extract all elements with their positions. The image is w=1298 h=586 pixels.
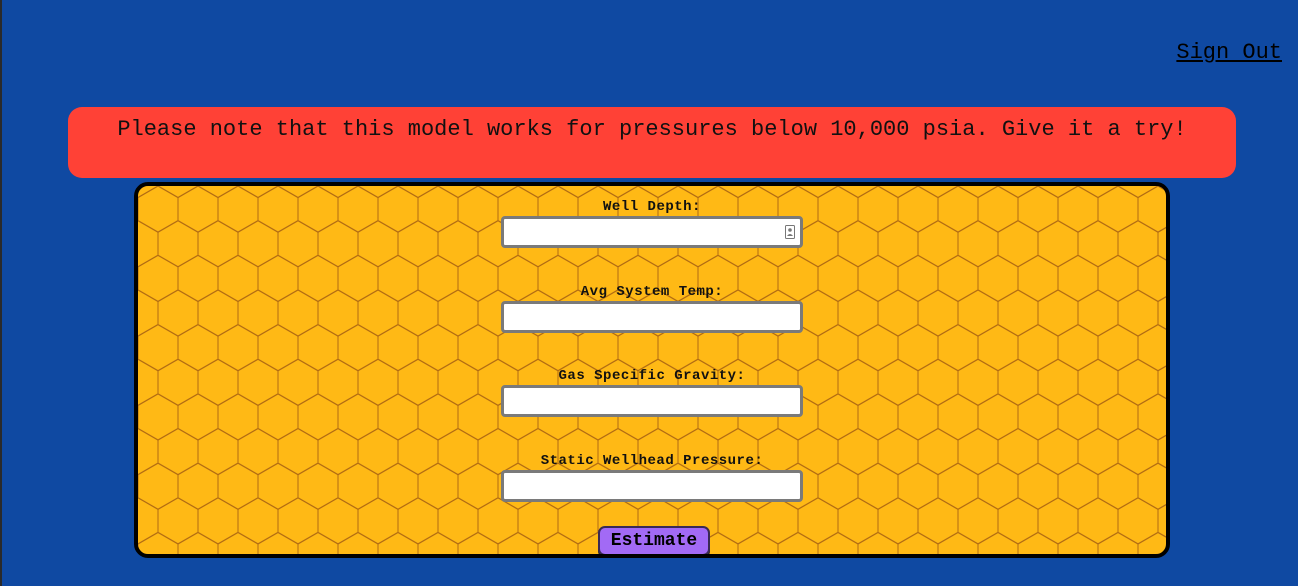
sign-out-link[interactable]: Sign Out bbox=[1176, 40, 1282, 65]
page: Sign Out Please note that this model wor… bbox=[0, 0, 1298, 586]
well-depth-input[interactable] bbox=[501, 216, 803, 248]
gas-specific-gravity-label: Gas Specific Gravity: bbox=[558, 368, 746, 384]
static-wellhead-pressure-input[interactable] bbox=[501, 470, 803, 502]
static-wellhead-pressure-label: Static Wellhead Pressure: bbox=[540, 453, 764, 469]
notice-text: Please note that this model works for pr… bbox=[117, 117, 1187, 142]
avg-system-temp-label: Avg System Temp: bbox=[580, 284, 724, 300]
static-wellhead-pressure-group: Static Wellhead Pressure: bbox=[138, 452, 1166, 502]
avg-system-temp-input[interactable] bbox=[501, 301, 803, 333]
gas-specific-gravity-group: Gas Specific Gravity: bbox=[138, 367, 1166, 417]
estimate-form-panel: Well Depth: Avg System Temp: Gas Specifi… bbox=[134, 182, 1170, 558]
estimate-button[interactable]: Estimate bbox=[598, 526, 710, 554]
avg-system-temp-group: Avg System Temp: bbox=[138, 283, 1166, 333]
well-depth-label: Well Depth: bbox=[603, 199, 701, 215]
contact-card-icon[interactable] bbox=[785, 225, 795, 239]
pressure-notice-banner: Please note that this model works for pr… bbox=[68, 107, 1236, 178]
gas-specific-gravity-input[interactable] bbox=[501, 385, 803, 417]
well-depth-group: Well Depth: bbox=[138, 198, 1166, 248]
